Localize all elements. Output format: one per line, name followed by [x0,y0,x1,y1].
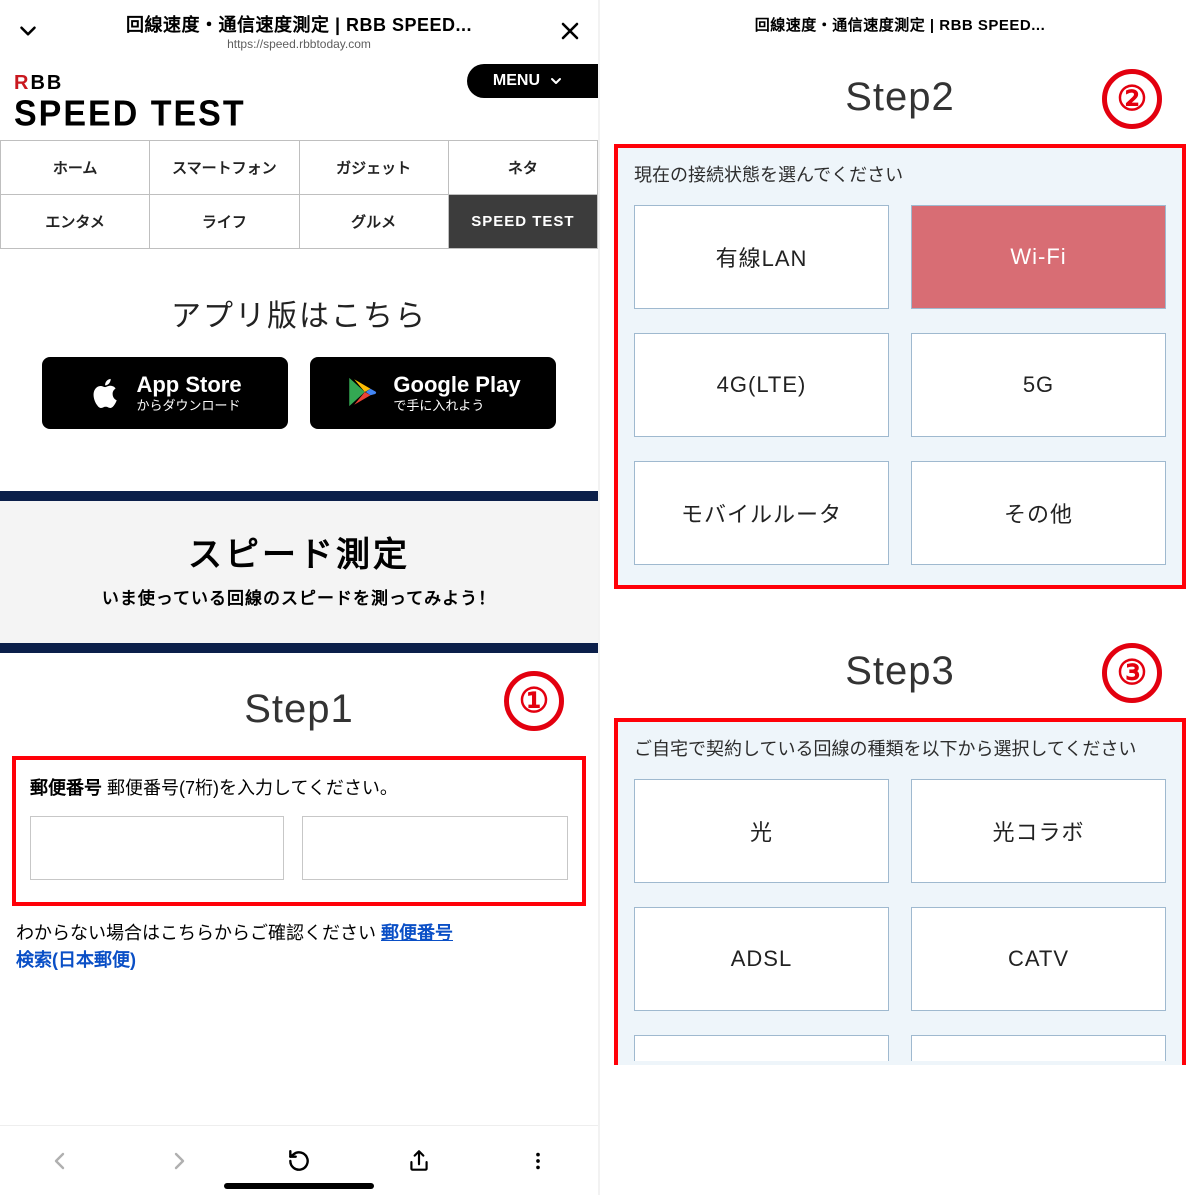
nav-item[interactable]: SPEED TEST [449,195,598,249]
appstore-line1: App Store [136,372,241,398]
line-type-option[interactable]: 光 [634,779,889,883]
nav-item[interactable]: ガジェット [300,141,449,195]
nav-grid: ホームスマートフォンガジェットネタエンタメライフグルメSPEED TEST [0,140,598,249]
connection-option[interactable]: 有線LAN [634,205,889,309]
apple-icon [88,375,124,411]
nav-item[interactable]: ライフ [150,195,299,249]
menu-label: MENU [493,72,540,90]
connection-option[interactable]: Wi-Fi [911,205,1166,309]
option-button-partial[interactable] [911,1035,1166,1061]
divider-bar [0,491,598,501]
step2-prompt: 現在の接続状態を選んでください [634,162,1166,189]
home-indicator [224,1183,374,1189]
nav-item[interactable]: エンタメ [1,195,150,249]
back-button[interactable] [45,1146,75,1176]
share-button[interactable] [404,1146,434,1176]
connection-option[interactable]: その他 [911,461,1166,565]
connection-option[interactable]: モバイルルータ [634,461,889,565]
nav-item[interactable]: スマートフォン [150,141,299,195]
step1-box: 郵便番号 郵便番号(7桁)を入力してください。 [12,756,586,906]
zip-lookup-link[interactable]: 郵便番号 [381,923,453,943]
speed-title: スピード測定 [10,527,588,576]
appstore-line2: からダウンロード [136,398,241,414]
step3-box: ご自宅で契約している回線の種類を以下から選択してください 光光コラボADSLCA… [614,718,1186,1065]
line-type-option[interactable]: CATV [911,907,1166,1011]
line-type-option[interactable]: 光コラボ [911,779,1166,883]
forward-button[interactable] [164,1146,194,1176]
nav-item[interactable]: グルメ [300,195,449,249]
zip-help-text: わからない場合はこちらからご確認ください 郵便番号検索(日本郵便) [0,906,598,974]
annotation-badge-1: ① [504,671,564,731]
appstore-button[interactable]: App Store からダウンロード [42,357,288,429]
nav-item[interactable]: ホーム [1,141,150,195]
menu-button[interactable]: MENU [467,64,598,98]
nav-item[interactable]: ネタ [449,141,598,195]
page-title-right: 回線速度・通信速度測定 | RBB SPEED... [600,0,1200,41]
option-button-partial[interactable] [634,1035,889,1061]
page-url: https://speed.rbbtoday.com [46,37,552,51]
googleplay-line1: Google Play [393,372,520,398]
zip-input-2[interactable] [302,816,568,880]
connection-option[interactable]: 4G(LTE) [634,333,889,437]
zip-label: 郵便番号 郵便番号(7桁)を入力してください。 [30,774,568,800]
logo-line2: SPEED TEST [14,94,584,135]
googleplay-icon [345,375,381,411]
chevron-down-icon [548,73,564,89]
connection-option[interactable]: 5G [911,333,1166,437]
googleplay-line2: で手に入れよう [393,398,520,414]
zip-input-1[interactable] [30,816,284,880]
step2-box: 現在の接続状態を選んでください 有線LANWi-Fi4G(LTE)5Gモバイルル… [614,144,1186,589]
line-type-option[interactable]: ADSL [634,907,889,1011]
browser-topbar: 回線速度・通信速度測定 | RBB SPEED... https://speed… [0,0,598,58]
close-button[interactable] [552,19,588,43]
page-title: 回線速度・通信速度測定 | RBB SPEED... [46,11,552,37]
annotation-badge-2: ② [1102,69,1162,129]
reload-button[interactable] [284,1146,314,1176]
speed-subtitle: いま使っている回線のスピードを測ってみよう！ [10,584,588,609]
more-button[interactable] [523,1146,553,1176]
googleplay-button[interactable]: Google Play で手に入れよう [310,357,556,429]
app-heading: アプリ版はこちら [20,291,578,335]
collapse-chevron[interactable] [10,18,46,44]
annotation-badge-3: ③ [1102,643,1162,703]
divider-bar [0,643,598,653]
step3-prompt: ご自宅で契約している回線の種類を以下から選択してください [634,736,1166,763]
